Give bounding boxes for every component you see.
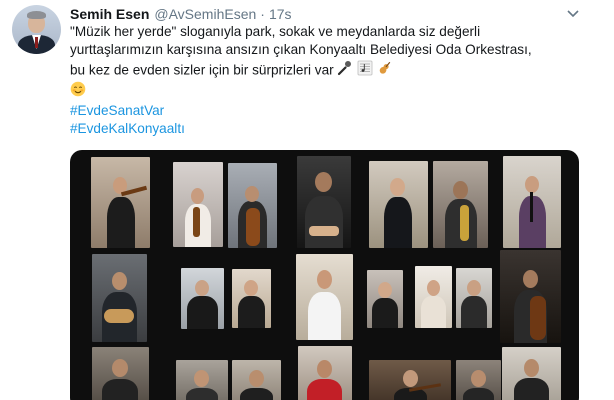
video-tile-singer bbox=[369, 161, 428, 248]
video-tile-percussionist bbox=[297, 156, 351, 248]
video-tile-saxophonist bbox=[433, 161, 488, 248]
video-tile-clarinetist bbox=[503, 156, 561, 248]
video-tile-cellist-3 bbox=[456, 360, 501, 400]
video-tile-guitarist bbox=[92, 254, 147, 342]
hashtag-link[interactable]: #EvdeSanatVar bbox=[70, 102, 590, 120]
tweet-text: "Müzik her yerde" sloganıyla park, sokak… bbox=[70, 23, 590, 139]
hashtag-link[interactable]: #EvdeKalKonyaaltı bbox=[70, 120, 590, 138]
video-tile-double-bassist bbox=[500, 250, 561, 343]
tweet-text-line: bu kez de evden sizler için bir sürprizl… bbox=[70, 61, 334, 77]
microphone-icon bbox=[337, 60, 353, 81]
separator-dot: · bbox=[260, 6, 265, 22]
emoji-line bbox=[70, 81, 590, 102]
video-tile-violinist-2 bbox=[92, 347, 149, 400]
author-name[interactable]: Semih Esen bbox=[70, 6, 149, 22]
video-tile-trumpeter bbox=[298, 346, 352, 400]
tweet[interactable]: Semih Esen @AvSemihEsen · 17s "Müzik her… bbox=[0, 0, 614, 400]
timestamp[interactable]: 17s bbox=[269, 6, 292, 22]
tweet-text-line: yurttaşlarımızın karşısına ansızın çıkan… bbox=[70, 42, 532, 58]
sheet-music-icon bbox=[357, 60, 373, 81]
author-handle[interactable]: @AvSemihEsen bbox=[154, 6, 256, 22]
tweet-header: Semih Esen @AvSemihEsen · 17s bbox=[70, 6, 292, 24]
violin-icon bbox=[377, 60, 393, 81]
avatar[interactable] bbox=[12, 5, 61, 54]
video-tile-soloist bbox=[296, 254, 353, 340]
video-tile-flutist bbox=[181, 268, 224, 329]
video-tile-cellist-2 bbox=[176, 360, 228, 400]
tweet-text-line-with-emoji: bu kez de evden sizler için bir sürprizl… bbox=[70, 60, 590, 81]
video-tile-violinist bbox=[91, 157, 150, 248]
video-tile-girl-musician bbox=[415, 266, 452, 328]
video-tile-violist bbox=[173, 162, 223, 247]
video-tile-young-musician bbox=[456, 268, 492, 328]
chevron-down-icon[interactable] bbox=[567, 9, 579, 19]
video-tile-violinist-3 bbox=[369, 360, 451, 400]
video-tile-bassist-2 bbox=[502, 347, 561, 400]
media-video[interactable] bbox=[70, 150, 579, 400]
tweet-text-line: "Müzik her yerde" sloganıyla park, sokak… bbox=[70, 24, 481, 39]
smiling-face-icon bbox=[70, 81, 86, 102]
video-tile-cellist bbox=[228, 163, 277, 248]
video-tile-guitarist-2 bbox=[232, 360, 281, 400]
video-tile-musician bbox=[232, 269, 271, 328]
video-tile-child-musician bbox=[367, 270, 403, 328]
